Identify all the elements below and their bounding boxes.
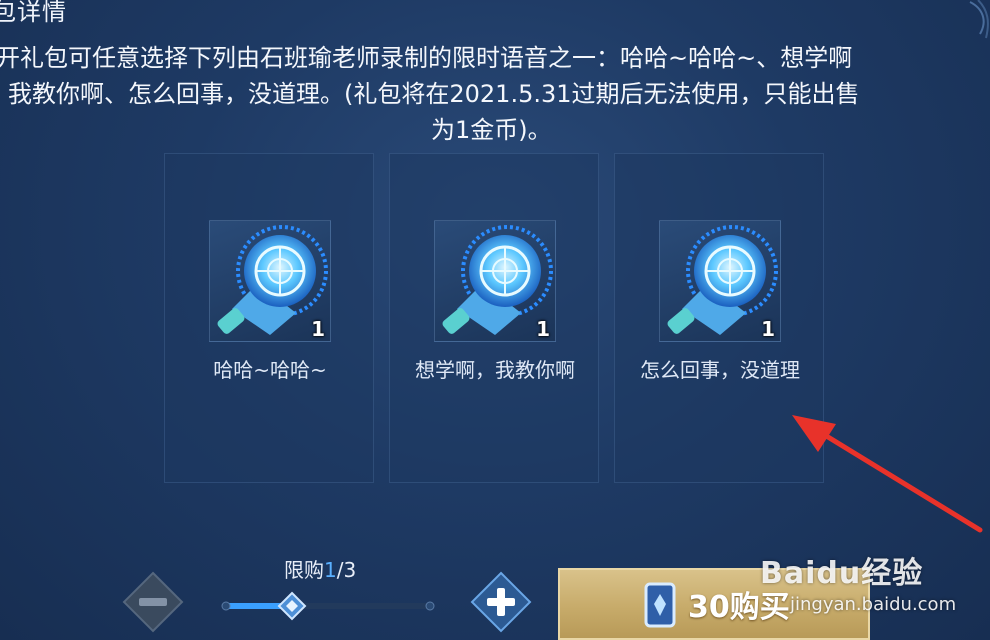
description-line-1: 开礼包可任意选择下列由石班瑜老师录制的限时语音之一：哈哈~哈哈~、想学啊 xyxy=(0,44,853,72)
limit-total: /3 xyxy=(336,558,357,582)
slider-handle[interactable] xyxy=(277,591,307,621)
page-title: 包详情 xyxy=(0,0,67,26)
increase-quantity-button[interactable] xyxy=(470,571,532,633)
item-label: 怎么回事，没道理 xyxy=(640,358,800,382)
decrease-quantity-button[interactable] xyxy=(122,571,184,633)
description-line-2: 我教你啊、怎么回事，没道理。(礼包将在2021.5.31过期后无法使用，只能出售 xyxy=(8,80,860,108)
corner-ornament-icon xyxy=(969,0,989,39)
quantity-slider[interactable] xyxy=(221,591,435,621)
minus-icon xyxy=(122,571,184,633)
watermark-brand: Baidu经验 xyxy=(760,556,924,591)
item-icon-frame: 1 xyxy=(434,220,556,342)
voice-option-card-1[interactable]: 1 哈哈~哈哈~ xyxy=(164,153,374,483)
item-label: 哈哈~哈哈~ xyxy=(213,358,327,382)
item-label: 想学啊，我教你啊 xyxy=(415,358,575,382)
limit-prefix: 限购 xyxy=(284,558,324,582)
description-line-3: 为1金币)。 xyxy=(431,116,552,144)
item-quantity: 1 xyxy=(536,317,550,341)
voice-option-card-2[interactable]: 1 想学啊，我教你啊 xyxy=(389,153,599,483)
item-quantity: 1 xyxy=(761,317,775,341)
item-icon-frame: 1 xyxy=(659,220,781,342)
coupon-icon xyxy=(644,582,676,628)
item-icon-frame: 1 xyxy=(209,220,331,342)
watermark-url: jingyan.baidu.com xyxy=(790,594,957,615)
purchase-limit: 限购1/3 xyxy=(284,554,356,583)
item-quantity: 1 xyxy=(311,317,325,341)
limit-current: 1 xyxy=(324,558,337,582)
plus-icon xyxy=(470,571,532,633)
annotation-arrow-icon xyxy=(792,415,983,533)
